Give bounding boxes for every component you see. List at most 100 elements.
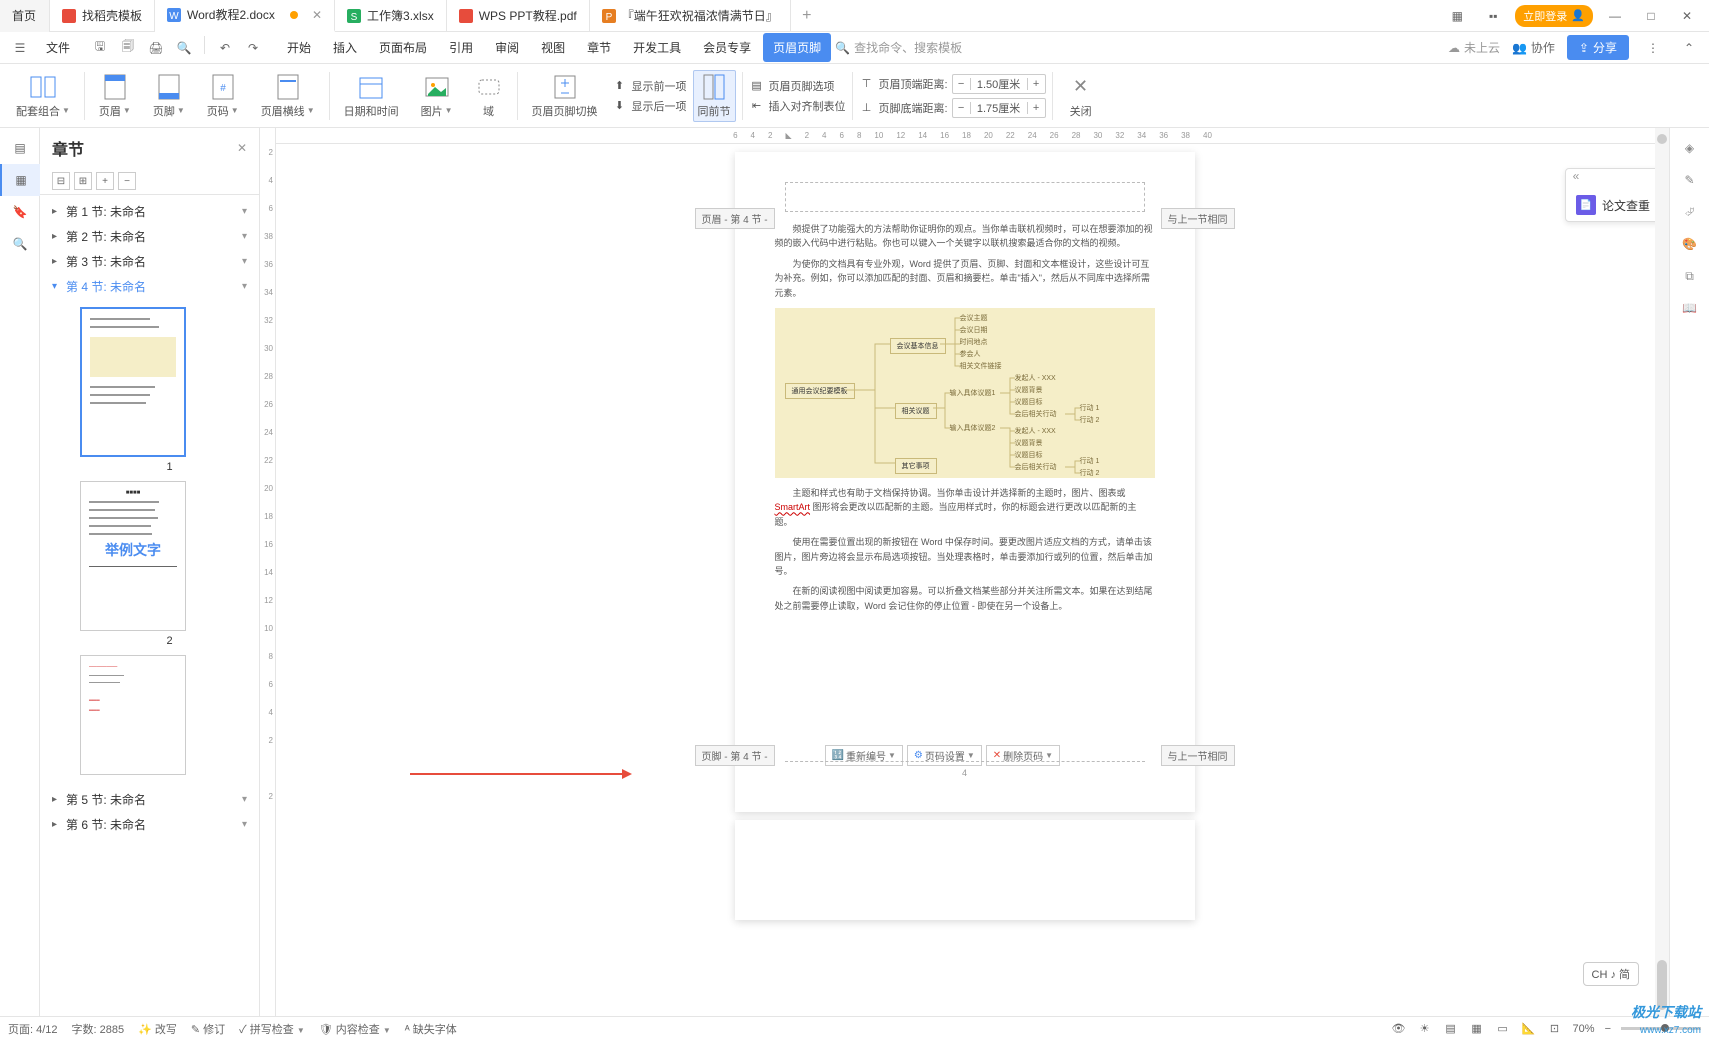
diamond-icon[interactable]: ◈ <box>1678 136 1702 160</box>
renumber-button[interactable]: 🔢重新编号▼ <box>825 745 903 766</box>
view-mode-3-icon[interactable]: ▭ <box>1495 1021 1511 1037</box>
ime-indicator[interactable]: CH ♪ 简 <box>1583 962 1640 986</box>
close-icon[interactable]: ✕ <box>312 8 322 22</box>
save-icon[interactable]: 🖫 <box>88 36 112 60</box>
ribbon-pagenum[interactable]: # 页码▼ <box>199 73 247 119</box>
menu-tab-reference[interactable]: 引用 <box>439 33 483 62</box>
command-search[interactable]: 🔍 查找命令、搜索模板 <box>835 39 962 56</box>
header-dist-spinner[interactable]: − 1.50厘米 + <box>952 74 1046 94</box>
chevron-down-icon[interactable]: ▾ <box>242 794 247 805</box>
zoom-fit-icon[interactable]: ⊡ <box>1547 1021 1563 1037</box>
menu-tab-header-footer[interactable]: 页眉页脚 <box>763 33 831 62</box>
chevron-down-icon[interactable]: ▾ <box>242 206 247 217</box>
footer-zone[interactable] <box>785 761 1145 762</box>
ribbon-same-section[interactable]: 同前节 <box>693 70 736 122</box>
chevron-down-icon[interactable]: ▾ <box>242 281 247 292</box>
nav-section-3[interactable]: ▸第 3 节: 未命名▾ <box>40 249 259 274</box>
chevron-down-icon[interactable]: ▾ <box>242 256 247 267</box>
ribbon-picture[interactable]: 图片▼ <box>413 73 461 119</box>
increase-button[interactable]: + <box>1027 78 1045 90</box>
tab-home[interactable]: 首页 <box>0 0 50 32</box>
close-button[interactable]: ✕ <box>1673 2 1701 30</box>
menu-file[interactable]: 文件 <box>36 35 80 60</box>
ribbon-header[interactable]: 页眉▼ <box>91 73 139 119</box>
missing-font-status[interactable]: ᴬ 缺失字体 <box>405 1021 457 1037</box>
redo-icon[interactable]: ↷ <box>241 36 265 60</box>
pen-icon[interactable]: ✎ <box>1678 168 1702 192</box>
nav-remove-icon[interactable]: − <box>118 172 136 190</box>
nav-section-5[interactable]: ▸第 5 节: 未命名▾ <box>40 787 259 812</box>
cursor-icon[interactable]: ⮰ <box>1678 200 1702 224</box>
ribbon-hline[interactable]: 页眉横线▼ <box>253 73 323 119</box>
ribbon-show-next[interactable]: ⬇显示后一项 <box>612 98 687 114</box>
cloud-status[interactable]: ☁未上云 <box>1448 39 1500 56</box>
sun-icon[interactable]: ☀ <box>1417 1021 1433 1037</box>
menu-tab-layout[interactable]: 页面布局 <box>369 33 437 62</box>
check-duplication-button[interactable]: 📄 论文查重 <box>1566 189 1660 221</box>
collapse-icon[interactable]: « <box>1566 169 1586 189</box>
ribbon-options[interactable]: ▤页眉页脚选项 <box>749 78 846 94</box>
more-icon[interactable]: ⋮ <box>1641 36 1665 60</box>
print-preview-icon[interactable]: 🔍 <box>172 36 196 60</box>
nav-close-button[interactable]: ✕ <box>237 141 247 155</box>
login-button[interactable]: 立即登录👤 <box>1515 5 1593 27</box>
save-as-icon[interactable]: 🗐 <box>116 36 140 60</box>
zoom-out-button[interactable]: − <box>1605 1023 1611 1035</box>
menu-hamburger-icon[interactable]: ☰ <box>8 36 32 60</box>
nav-expand-all-icon[interactable]: ⊞ <box>74 172 92 190</box>
collapse-ribbon-icon[interactable]: ⌃ <box>1677 36 1701 60</box>
page-thumbnail-1[interactable] <box>80 307 186 457</box>
page-thumbnail-3[interactable]: ──────── ═══ ═══ <box>80 655 186 775</box>
zoom-level[interactable]: 70% <box>1573 1023 1595 1035</box>
menu-tab-view[interactable]: 视图 <box>531 33 575 62</box>
word-count[interactable]: 字数: 2885 <box>72 1021 125 1037</box>
footer-same-link[interactable]: 与上一节相同 <box>1161 745 1235 766</box>
menu-tab-insert[interactable]: 插入 <box>323 33 367 62</box>
book-icon[interactable]: 📖 <box>1678 296 1702 320</box>
ribbon-datetime[interactable]: 日期和时间 <box>336 73 407 119</box>
document-canvas[interactable]: 24638363432302826242220181614121086422 6… <box>260 128 1669 1016</box>
ribbon-show-prev[interactable]: ⬆显示前一项 <box>612 78 687 94</box>
menu-tab-review[interactable]: 审阅 <box>485 33 529 62</box>
ribbon-switch[interactable]: 页眉页脚切换 <box>524 73 606 119</box>
nav-collapse-all-icon[interactable]: ⊟ <box>52 172 70 190</box>
header-same-link[interactable]: 与上一节相同 <box>1161 208 1235 229</box>
tab-excel[interactable]: S 工作簿3.xlsx <box>335 0 447 32</box>
page-thumbnail-2[interactable]: ■■■■ 举例文字 <box>80 481 186 631</box>
nav-section-6[interactable]: ▸第 6 节: 未命名▾ <box>40 812 259 837</box>
thumbnail-view-icon[interactable]: ▤ <box>0 132 40 164</box>
view-mode-1-icon[interactable]: ▤ <box>1443 1021 1459 1037</box>
undo-icon[interactable]: ↶ <box>213 36 237 60</box>
spellcheck-status[interactable]: ✓ 拼写检查 ▼ <box>239 1021 305 1037</box>
nav-section-4[interactable]: ▾第 4 节: 未命名▾ <box>40 274 259 299</box>
ribbon-align-tab[interactable]: ⇤插入对齐制表位 <box>749 98 846 114</box>
menu-tab-dev[interactable]: 开发工具 <box>623 33 691 62</box>
tab-word-doc[interactable]: W Word教程2.docx ✕ <box>155 0 335 32</box>
scroll-up-icon[interactable] <box>1657 134 1667 144</box>
tab-templates[interactable]: 找稻壳模板 <box>50 0 155 32</box>
chevron-down-icon[interactable]: ▾ <box>242 819 247 830</box>
ribbon-footer[interactable]: 页脚▼ <box>145 73 193 119</box>
vertical-scrollbar[interactable] <box>1655 128 1669 1016</box>
delete-pagenum-button[interactable]: ✕删除页码▼ <box>986 745 1060 766</box>
revision-status[interactable]: ✎ 修订 <box>191 1021 225 1037</box>
ruler-icon[interactable]: 📐 <box>1521 1021 1537 1037</box>
nav-section-2[interactable]: ▸第 2 节: 未命名▾ <box>40 224 259 249</box>
maximize-button[interactable]: □ <box>1637 2 1665 30</box>
chevron-down-icon[interactable]: ▾ <box>242 231 247 242</box>
nav-section-1[interactable]: ▸第 1 节: 未命名▾ <box>40 199 259 224</box>
page-counter[interactable]: 页面: 4/12 <box>8 1021 58 1037</box>
rewrite-status[interactable]: ✨ 改写 <box>138 1021 177 1037</box>
decrease-button[interactable]: − <box>953 78 971 90</box>
menu-tab-member[interactable]: 会员专享 <box>693 33 761 62</box>
print-icon[interactable]: 🖨 <box>144 36 168 60</box>
view-mode-2-icon[interactable]: ▦ <box>1469 1021 1485 1037</box>
bookmark-icon[interactable]: 🔖 <box>0 196 40 228</box>
nav-add-icon[interactable]: + <box>96 172 114 190</box>
tab-add-button[interactable]: + <box>791 7 823 25</box>
minimize-button[interactable]: — <box>1601 2 1629 30</box>
increase-button[interactable]: + <box>1027 102 1045 114</box>
collab-button[interactable]: 👥协作 <box>1512 39 1555 56</box>
ribbon-field[interactable]: 域 <box>467 73 511 119</box>
menu-tab-chapter[interactable]: 章节 <box>577 33 621 62</box>
